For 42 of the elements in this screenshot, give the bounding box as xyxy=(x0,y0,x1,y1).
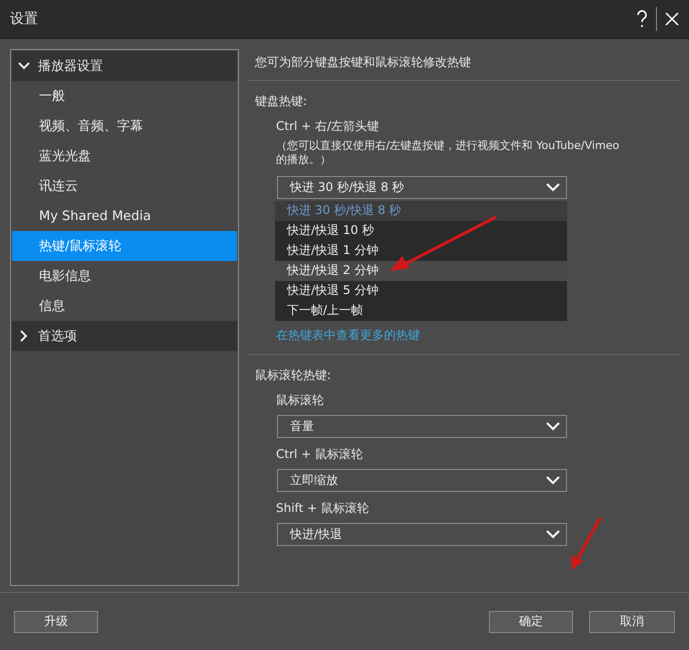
dropdown[interactable]: 快进 30 秒/快退 8 秒 xyxy=(277,176,567,199)
sidebar-item[interactable]: 一般 xyxy=(12,81,237,111)
help-icon[interactable] xyxy=(636,9,648,29)
field-label: Ctrl + 鼠标滚轮 xyxy=(276,446,364,463)
field-label: Shift + 鼠标滚轮 xyxy=(276,500,370,517)
sidebar-item[interactable]: 电影信息 xyxy=(12,261,237,291)
tree-group[interactable]: 播放器设置 xyxy=(12,51,237,81)
field-label: 鼠标滚轮 xyxy=(276,392,325,409)
sidebar-item[interactable]: My Shared Media xyxy=(12,201,237,231)
dropdown-option[interactable]: 快进 30 秒/快退 8 秒 xyxy=(275,200,567,221)
chevron-down-icon xyxy=(18,60,30,72)
field-label: Ctrl + 右/左箭头键 xyxy=(276,118,380,135)
chevron-down-icon xyxy=(546,530,560,539)
ok-button[interactable]: 确定 xyxy=(489,610,573,632)
dropdown[interactable]: 音量 xyxy=(277,414,567,438)
chevron-down-icon xyxy=(546,476,560,485)
chevron-right-icon xyxy=(18,330,30,342)
sidebar-item[interactable]: 讯连云 xyxy=(12,171,237,201)
dropdown-option[interactable]: 下一帧/上一帧 xyxy=(275,300,567,321)
dropdown-option[interactable]: 快进/快退 2 分钟 xyxy=(275,260,567,281)
sidebar-item[interactable]: 信息 xyxy=(12,291,237,321)
chevron-down-icon xyxy=(546,182,560,192)
annotation-arrow xyxy=(571,517,602,570)
tree-group[interactable]: 首选项 xyxy=(12,321,237,351)
cancel-button[interactable]: 取消 xyxy=(589,610,675,632)
dropdown-option[interactable]: 快进/快退 1 分钟 xyxy=(275,240,567,261)
group-label: 首选项 xyxy=(38,328,77,345)
dropdown[interactable]: 立即缩放 xyxy=(277,468,567,492)
dropdown-option[interactable]: 快进/快退 5 分钟 xyxy=(275,280,567,301)
dropdown[interactable]: 快进/快退 xyxy=(277,522,567,546)
intro-text: 您可为部分键盘按键和鼠标滚轮修改热键 xyxy=(247,49,680,81)
dropdown-option[interactable]: 快进/快退 10 秒 xyxy=(275,220,567,241)
window-title: 设置 xyxy=(10,10,39,28)
section-heading: 鼠标滚轮热键: xyxy=(255,366,332,384)
sidebar-item[interactable]: 视频、音频、字幕 xyxy=(12,111,237,141)
note-text: （您可以直接仅使用右/左键盘按键，进行视频文件和 YouTube/Vimeo 的播放。） xyxy=(276,139,620,168)
close-icon[interactable] xyxy=(665,12,679,26)
group-label: 播放器设置 xyxy=(38,58,103,75)
chevron-down-icon xyxy=(546,422,560,431)
section-heading: 键盘热键: xyxy=(255,93,308,110)
sidebar-item[interactable]: 蓝光光盘 xyxy=(12,141,237,171)
upgrade-button[interactable]: 升级 xyxy=(14,610,98,632)
